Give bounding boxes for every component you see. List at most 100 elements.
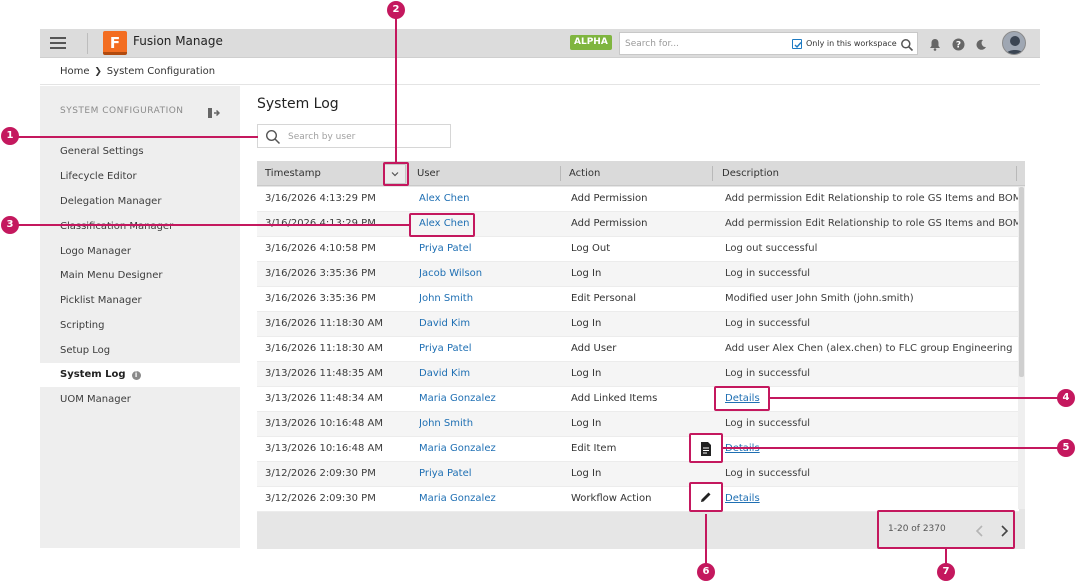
sidebar-item-picklist-manager[interactable]: Picklist Manager bbox=[40, 289, 240, 313]
cell-timestamp: 3/16/2026 11:18:30 AM bbox=[265, 343, 384, 354]
callout-badge-3: 3 bbox=[1, 216, 19, 234]
sidebar-item-system-log[interactable]: System Log i bbox=[40, 363, 240, 387]
vertical-scrollbar[interactable] bbox=[1018, 187, 1025, 509]
callout-badge-5: 5 bbox=[1057, 439, 1075, 457]
global-search-input[interactable] bbox=[625, 36, 785, 52]
sidebar-item-label: System Log bbox=[60, 369, 126, 380]
cell-action: Add Linked Items bbox=[571, 393, 658, 404]
cell-user-link[interactable]: Maria Gonzalez bbox=[419, 387, 559, 412]
table-row[interactable]: 3/16/2026 3:35:36 PM Jacob Wilson Log In… bbox=[257, 262, 1019, 287]
page-title: System Log bbox=[257, 96, 339, 112]
workspace-filter-checkbox[interactable] bbox=[792, 39, 802, 49]
callout-badge-6: 6 bbox=[697, 563, 715, 581]
sidebar-title: SYSTEM CONFIGURATION bbox=[60, 106, 184, 116]
cell-description: Details bbox=[725, 437, 1019, 462]
cell-user-link[interactable]: David Kim bbox=[419, 362, 559, 387]
chevron-right-icon: ❯ bbox=[91, 67, 105, 77]
sidebar-item-label: Picklist Manager bbox=[60, 295, 142, 306]
hamburger-menu-icon[interactable] bbox=[50, 37, 66, 49]
cell-timestamp: 3/16/2026 3:35:36 PM bbox=[265, 268, 376, 279]
divider bbox=[87, 33, 88, 54]
table-row[interactable]: 3/16/2026 4:10:58 PM Priya Patel Log Out… bbox=[257, 237, 1019, 262]
callout-badge-7: 7 bbox=[937, 563, 955, 581]
sidebar-item-general-settings[interactable]: General Settings bbox=[40, 140, 240, 164]
callout-document-icon-box bbox=[689, 433, 723, 463]
cell-user-link[interactable]: Priya Patel bbox=[419, 237, 559, 262]
cell-description: Details bbox=[725, 487, 1019, 512]
callout-line bbox=[705, 514, 707, 564]
cell-user-link[interactable]: John Smith bbox=[419, 412, 559, 437]
sidebar-item-uom-manager[interactable]: UOM Manager bbox=[40, 388, 240, 412]
cell-timestamp: 3/16/2026 3:35:36 PM bbox=[265, 293, 376, 304]
sidebar-item-logo-manager[interactable]: Logo Manager bbox=[40, 240, 240, 264]
cell-action: Add Permission bbox=[571, 193, 648, 204]
table-row[interactable]: 3/16/2026 3:35:36 PM John Smith Edit Per… bbox=[257, 287, 1019, 312]
table-row[interactable]: 3/13/2026 10:16:48 AM Maria Gonzalez Edi… bbox=[257, 437, 1019, 462]
bell-icon[interactable] bbox=[929, 36, 941, 55]
cell-user-link[interactable]: Maria Gonzalez bbox=[419, 437, 559, 462]
sidebar-item-label: Classification Manager bbox=[60, 221, 174, 232]
cell-timestamp: 3/12/2026 2:09:30 PM bbox=[265, 493, 376, 504]
sidebar-item-lifecycle-editor[interactable]: Lifecycle Editor bbox=[40, 165, 240, 189]
callout-line bbox=[723, 447, 1058, 449]
details-link[interactable]: Details bbox=[725, 493, 760, 504]
column-header-user[interactable]: User bbox=[409, 161, 559, 186]
table-row[interactable]: 3/12/2026 2:09:30 PM Priya Patel Log In … bbox=[257, 462, 1019, 487]
cell-user-link[interactable]: Priya Patel bbox=[419, 462, 559, 487]
cell-user-link[interactable]: David Kim bbox=[419, 312, 559, 337]
cell-timestamp: 3/13/2026 11:48:35 AM bbox=[265, 368, 384, 379]
column-divider bbox=[1016, 166, 1017, 181]
sidebar-item-delegation-manager[interactable]: Delegation Manager bbox=[40, 190, 240, 214]
callout-highlight-user-link bbox=[409, 213, 475, 237]
cell-action: Add Permission bbox=[571, 218, 648, 229]
table-row[interactable]: 3/12/2026 2:09:30 PM Maria Gonzalez Work… bbox=[257, 487, 1019, 512]
sidebar-item-scripting[interactable]: Scripting bbox=[40, 314, 240, 338]
table-row[interactable]: 3/13/2026 11:48:35 AM David Kim Log In L… bbox=[257, 362, 1019, 387]
cell-user-link[interactable]: Jacob Wilson bbox=[419, 262, 559, 287]
table-header: Timestamp User Action Description bbox=[257, 161, 1025, 186]
table-row[interactable]: 3/16/2026 11:18:30 AM Priya Patel Add Us… bbox=[257, 337, 1019, 362]
column-header-action[interactable]: Action bbox=[561, 161, 711, 186]
callout-line bbox=[945, 549, 947, 564]
sidebar-item-classification-manager[interactable]: Classification Manager bbox=[40, 215, 240, 239]
dark-mode-icon[interactable] bbox=[975, 36, 987, 55]
breadcrumb: Home ❯ System Configuration bbox=[60, 66, 215, 77]
cell-user-link[interactable]: Priya Patel bbox=[419, 337, 559, 362]
callout-line bbox=[18, 136, 258, 138]
cell-user-link[interactable]: Alex Chen bbox=[419, 187, 559, 212]
global-search: Only in this workspace bbox=[619, 32, 918, 55]
cell-user-link[interactable]: John Smith bbox=[419, 287, 559, 312]
cell-description: Log in successful bbox=[725, 368, 811, 379]
cell-action: Edit Personal bbox=[571, 293, 637, 304]
cell-action: Log Out bbox=[571, 243, 611, 254]
cell-timestamp: 3/12/2026 2:09:30 PM bbox=[265, 468, 376, 479]
sidebar-item-label: Scripting bbox=[60, 320, 105, 331]
table-row[interactable]: 3/16/2026 11:18:30 AM David Kim Log In L… bbox=[257, 312, 1019, 337]
user-search-input[interactable] bbox=[288, 129, 438, 145]
workspace-filter-label: Only in this workspace bbox=[806, 39, 897, 48]
search-icon[interactable] bbox=[900, 37, 914, 56]
svg-text:?: ? bbox=[956, 41, 961, 51]
callout-pencil-icon-box bbox=[689, 482, 723, 512]
sidebar-item-label: Delegation Manager bbox=[60, 196, 162, 207]
column-header-description[interactable]: Description bbox=[714, 161, 1014, 186]
sidebar-item-main-menu-designer[interactable]: Main Menu Designer bbox=[40, 264, 240, 288]
table-row[interactable]: 3/16/2026 4:13:29 PM Alex Chen Add Permi… bbox=[257, 187, 1019, 212]
sidebar-item-setup-log[interactable]: Setup Log bbox=[40, 339, 240, 363]
avatar[interactable] bbox=[1002, 31, 1026, 55]
info-icon[interactable]: i bbox=[131, 371, 141, 380]
callout-highlight-details-link bbox=[714, 386, 770, 411]
alpha-badge: ALPHA bbox=[570, 35, 612, 50]
pencil-icon bbox=[701, 492, 711, 502]
collapse-sidebar-icon[interactable] bbox=[207, 104, 221, 123]
sidebar-item-label: UOM Manager bbox=[60, 394, 131, 405]
callout-line bbox=[395, 18, 397, 162]
help-icon[interactable]: ? bbox=[952, 36, 965, 55]
table-row[interactable]: 3/13/2026 10:16:48 AM John Smith Log In … bbox=[257, 412, 1019, 437]
scrollbar-thumb[interactable] bbox=[1019, 187, 1024, 377]
breadcrumb-home[interactable]: Home bbox=[60, 66, 90, 77]
cell-user-link[interactable]: Maria Gonzalez bbox=[419, 487, 559, 512]
table-row[interactable]: 3/13/2026 11:48:34 AM Maria Gonzalez Add… bbox=[257, 387, 1019, 412]
app-title: Fusion Manage bbox=[133, 34, 223, 48]
callout-line bbox=[18, 224, 409, 226]
